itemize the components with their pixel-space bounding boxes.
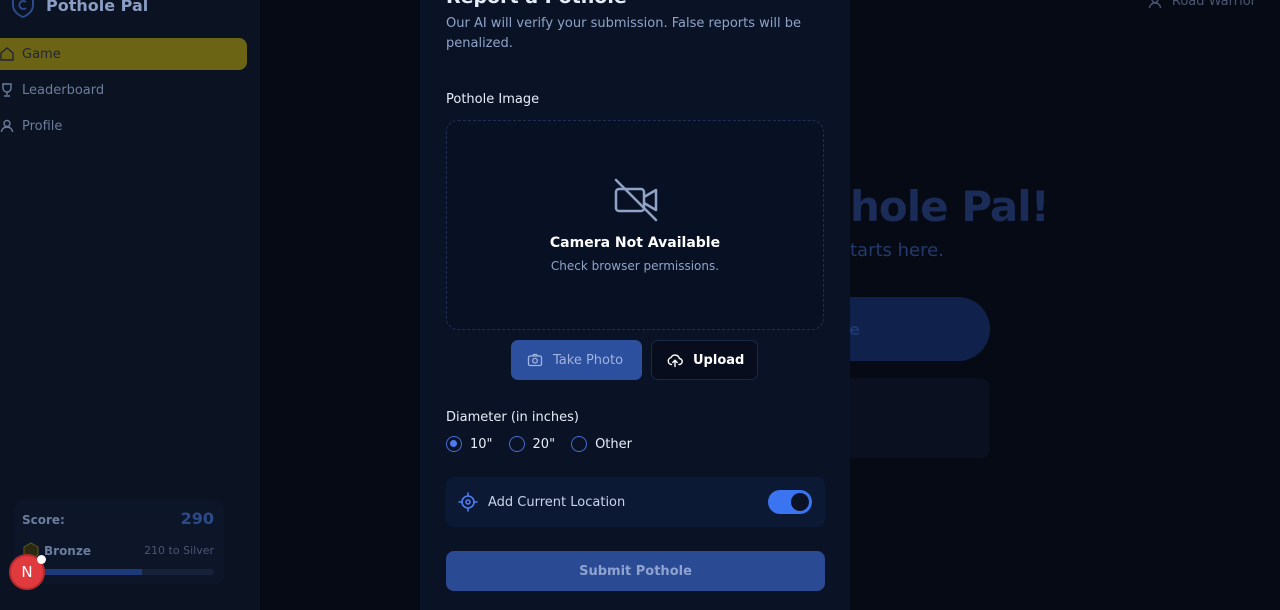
diameter-option-20[interactable]: 20" [508, 436, 556, 452]
score-card: Score: 290 Bronze 210 to Silver [14, 500, 224, 584]
radio-indicator[interactable] [571, 436, 588, 452]
camera-status-subtitle: Check browser permissions. [550, 259, 720, 273]
upload-button[interactable]: Upload [651, 340, 758, 380]
home-icon [0, 47, 14, 61]
score-value: 290 [180, 509, 214, 528]
brand-name: Pothole Pal [46, 0, 149, 15]
submit-pothole-button[interactable]: Submit Pothole [446, 551, 825, 591]
take-photo-button[interactable]: Take Photo [511, 340, 642, 380]
diameter-option-other[interactable]: Other [571, 436, 632, 452]
tier-label: Bronze [44, 544, 91, 558]
hero-subtitle: tarts here. [850, 240, 944, 261]
sidebar-item-profile[interactable]: Profile [0, 110, 247, 142]
tier-progress-fill [42, 569, 142, 575]
take-photo-label: Take Photo [553, 352, 624, 368]
sidebar-item-label: Game [22, 46, 61, 62]
diameter-field-label: Diameter (in inches) [446, 410, 579, 425]
diameter-radio-group: 10" 20" Other [446, 436, 632, 452]
image-field-label: Pothole Image [446, 92, 540, 107]
crosshair-icon [458, 492, 478, 512]
notification-dot [37, 555, 46, 564]
next-tier-text: 210 to Silver [144, 544, 214, 557]
user-icon [0, 119, 14, 133]
sidebar-item-leaderboard[interactable]: Leaderboard [0, 74, 247, 106]
diameter-option-10[interactable]: 10" [446, 436, 493, 452]
brand[interactable]: Pothole Pal [10, 0, 148, 18]
user-menu[interactable]: Road Warrior [1148, 0, 1256, 9]
location-label: Add Current Location [488, 494, 626, 510]
camera-status-title: Camera Not Available [549, 235, 721, 251]
score-label: Score: [22, 513, 65, 527]
hero-title: hole Pal! [850, 182, 1050, 231]
location-toggle[interactable] [768, 490, 812, 514]
location-setting: Add Current Location [446, 477, 825, 527]
report-pothole-modal: Report a Pothole Our AI will verify your… [420, 0, 850, 610]
radio-indicator[interactable] [446, 436, 462, 452]
sidebar-nav: Game Leaderboard Profile [0, 38, 247, 146]
sidebar-item-game[interactable]: Game [0, 38, 247, 70]
image-dropzone[interactable]: Camera Not Available Check browser permi… [446, 120, 824, 330]
sidebar-item-label: Profile [22, 118, 63, 134]
upload-label: Upload [693, 352, 745, 368]
radio-indicator[interactable] [508, 436, 525, 452]
shield-logo-icon [12, 0, 34, 18]
user-icon [1148, 0, 1162, 8]
radio-label: Other [595, 436, 632, 452]
cloud-upload-icon [667, 354, 683, 368]
sidebar-item-label: Leaderboard [22, 82, 105, 98]
tier-progress-bar [42, 569, 214, 575]
toggle-knob [791, 493, 809, 511]
sidebar: Pothole Pal Game Leaderboard Profile Sco… [0, 0, 260, 610]
camera-off-icon [614, 178, 658, 222]
camera-icon [527, 353, 543, 367]
radio-label: 10" [470, 436, 493, 452]
modal-title: Report a Pothole [446, 0, 627, 8]
radio-label: 20" [532, 436, 556, 452]
user-name: Road Warrior [1171, 0, 1256, 9]
modal-description: Our AI will verify your submission. Fals… [446, 16, 801, 51]
trophy-icon [2, 83, 12, 97]
